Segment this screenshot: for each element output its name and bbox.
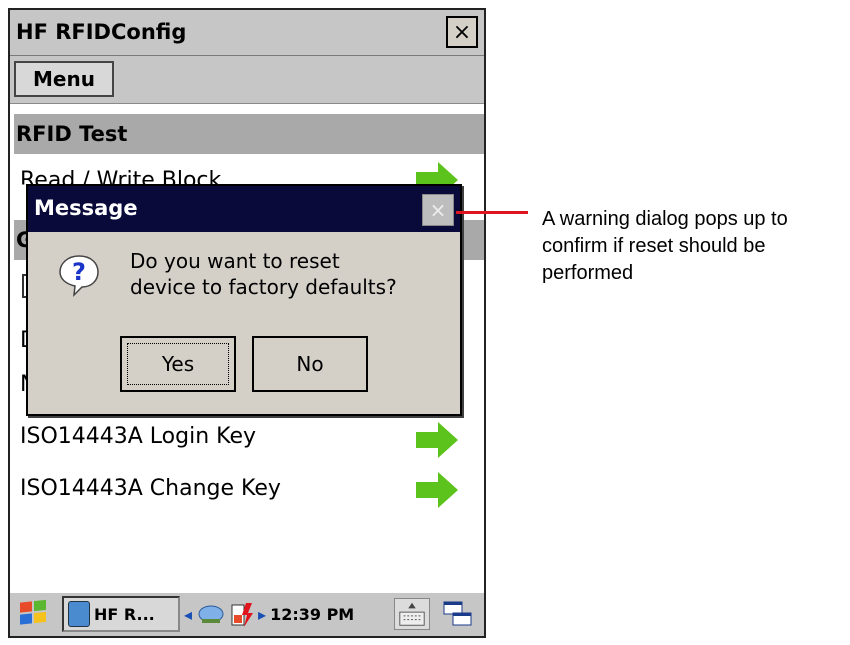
menu-button[interactable]: Menu xyxy=(14,61,114,97)
list-item-change-key[interactable]: ISO14443A Change Key xyxy=(20,476,281,501)
dialog-titlebar: Message × xyxy=(28,186,460,232)
windows-start-icon[interactable] xyxy=(16,599,52,629)
keyboard-icon[interactable] xyxy=(394,598,430,630)
rfid-app-icon xyxy=(68,601,90,627)
dialog-close-button[interactable]: × xyxy=(422,194,454,226)
list-item-login-key[interactable]: ISO14443A Login Key xyxy=(20,424,256,449)
arrow-right-icon[interactable] xyxy=(416,472,458,508)
clock[interactable]: 12:39 PM xyxy=(270,605,354,624)
windows-switcher-icon[interactable] xyxy=(440,598,476,630)
no-button-label: No xyxy=(296,352,324,376)
svg-text:?: ? xyxy=(72,258,86,286)
taskbar-app-button[interactable]: HF R... xyxy=(62,596,180,632)
taskbar: HF R... ◂ ▸ 12:39 PM xyxy=(10,592,484,636)
no-button[interactable]: No xyxy=(252,336,368,392)
yes-button[interactable]: Yes xyxy=(120,336,236,392)
app-close-button[interactable]: × xyxy=(446,16,478,48)
yes-button-label: Yes xyxy=(161,352,195,376)
question-icon: ? xyxy=(59,255,99,298)
tray-left-arrow-icon[interactable]: ◂ xyxy=(184,605,192,624)
annotation-text: A warning dialog pops up to confirm if r… xyxy=(542,208,788,284)
tray-right-arrow-icon[interactable]: ▸ xyxy=(258,605,266,624)
menubar: Menu xyxy=(10,56,484,104)
network-icon[interactable] xyxy=(196,603,226,625)
section-rfid-test: RFID Test xyxy=(14,114,484,154)
arrow-right-icon[interactable] xyxy=(416,422,458,458)
app-titlebar: HF RFIDConfig × xyxy=(10,10,484,56)
system-tray: ◂ ▸ 12:39 PM xyxy=(184,596,394,632)
reset-confirm-dialog: Message × ? Do you want to reset device … xyxy=(26,184,462,416)
taskbar-app-label: HF R... xyxy=(94,604,155,624)
app-title: HF RFIDConfig xyxy=(16,20,187,44)
dialog-message: Do you want to reset device to factory d… xyxy=(130,249,397,299)
dialog-title: Message xyxy=(34,196,138,220)
battery-charging-icon[interactable] xyxy=(230,601,254,627)
annotation-callout-line xyxy=(456,211,528,214)
